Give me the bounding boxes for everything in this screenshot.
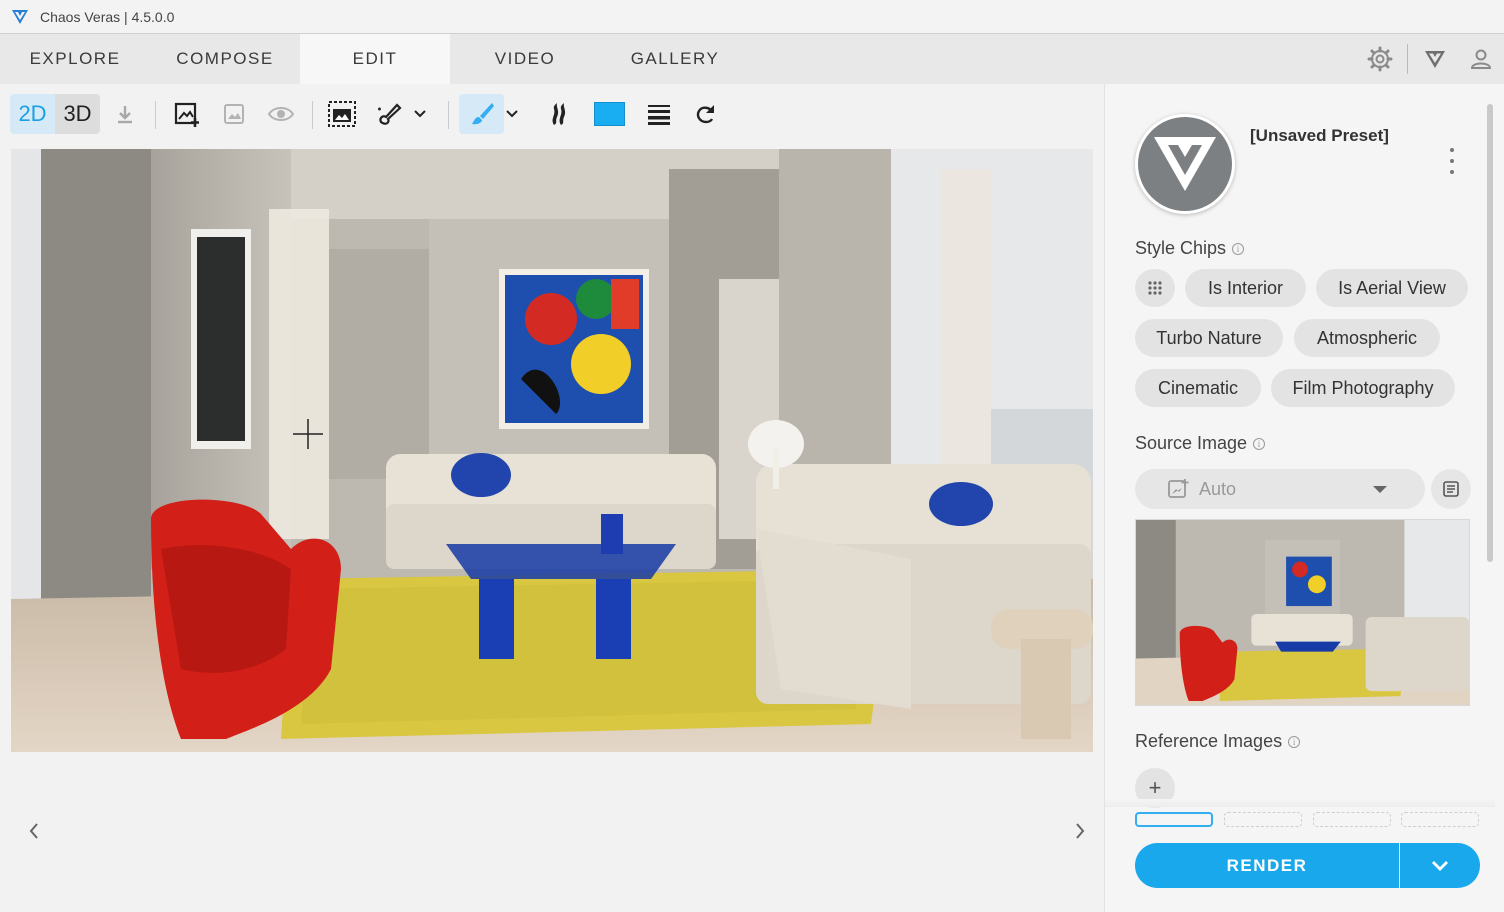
mode-2d-button[interactable]: 2D xyxy=(10,94,55,134)
chip-turbo-nature[interactable]: Turbo Nature xyxy=(1135,319,1283,357)
color-swatch-button[interactable] xyxy=(591,94,627,134)
style-chips-label: Style Chips xyxy=(1135,238,1227,258)
user-icon xyxy=(1470,49,1492,69)
tab-gallery[interactable]: GALLERY xyxy=(600,34,750,84)
chip-is-aerial-view[interactable]: Is Aerial View xyxy=(1316,269,1468,307)
add-image-icon xyxy=(1168,479,1189,498)
render-slot[interactable] xyxy=(1135,812,1213,827)
style-chips-heading: Style Chips i xyxy=(1135,238,1245,259)
preset-menu-button[interactable] xyxy=(1447,148,1457,174)
render-button[interactable]: RENDER xyxy=(1135,843,1399,888)
header-divider xyxy=(1407,44,1408,74)
chevron-left-icon xyxy=(29,823,38,839)
reference-images-heading: Reference Images i xyxy=(1135,731,1301,752)
add-image-button[interactable] xyxy=(170,94,204,134)
chip-library-button[interactable] xyxy=(1135,269,1175,307)
effect-tool-button[interactable] xyxy=(543,94,575,134)
tab-edit[interactable]: EDIT xyxy=(300,34,450,84)
tab-video[interactable]: VIDEO xyxy=(450,34,600,84)
image-icon xyxy=(224,104,244,124)
render-options-button[interactable] xyxy=(1400,843,1480,888)
settings-button[interactable] xyxy=(1357,34,1403,84)
chip-film-photography[interactable]: Film Photography xyxy=(1271,369,1455,407)
eye-icon xyxy=(267,107,295,121)
magic-brush-button[interactable] xyxy=(372,94,406,134)
region-select-icon xyxy=(328,101,356,127)
render-queue-slots xyxy=(1135,812,1480,828)
account-button[interactable] xyxy=(1458,34,1504,84)
document-icon xyxy=(1443,481,1459,497)
magic-brush-dropdown[interactable] xyxy=(410,94,430,134)
add-image-icon xyxy=(174,102,199,127)
veras-logo-icon xyxy=(1154,137,1216,191)
more-dot xyxy=(1450,159,1454,163)
line-weight-icon xyxy=(648,105,670,125)
reference-images-label: Reference Images xyxy=(1135,731,1283,751)
tab-explore[interactable]: EXPLORE xyxy=(0,34,150,84)
more-dot xyxy=(1450,148,1454,152)
render-canvas[interactable] xyxy=(11,149,1093,752)
source-notes-button[interactable] xyxy=(1431,469,1471,509)
source-image-label: Source Image xyxy=(1135,433,1248,453)
more-dot xyxy=(1450,170,1454,174)
download-button[interactable] xyxy=(110,94,140,134)
tab-compose[interactable]: COMPOSE xyxy=(150,34,300,84)
chip-cinematic[interactable]: Cinematic xyxy=(1135,369,1261,407)
brush-tool-button[interactable] xyxy=(459,94,504,134)
veras-menu-button[interactable] xyxy=(1412,34,1458,84)
gear-icon xyxy=(1367,46,1393,72)
window-title: Chaos Veras | 4.5.0.0 xyxy=(40,8,175,25)
preset-name: [Unsaved Preset] xyxy=(1250,126,1389,145)
source-image-select[interactable]: Auto xyxy=(1135,469,1425,509)
magic-brush-icon xyxy=(378,103,402,125)
edit-toolbar: 2D 3D xyxy=(0,84,1104,144)
chevron-down-icon xyxy=(414,110,426,118)
image-button[interactable] xyxy=(218,94,250,134)
toolbar-divider xyxy=(448,101,449,129)
source-image-heading: Source Image i xyxy=(1135,433,1266,454)
info-icon[interactable]: i xyxy=(1232,242,1245,255)
veras-logo-icon xyxy=(1425,51,1445,68)
canvas-area xyxy=(0,144,1104,912)
line-weight-button[interactable] xyxy=(642,94,676,134)
toolbar-divider xyxy=(155,101,156,129)
source-image-value: Auto xyxy=(1199,478,1237,499)
main-tab-bar: EXPLORE COMPOSE EDIT VIDEO GALLERY xyxy=(0,34,1504,84)
info-icon[interactable]: i xyxy=(1288,735,1301,748)
source-image-thumbnail[interactable] xyxy=(1135,519,1470,706)
flame-icon xyxy=(552,103,566,125)
toolbar-divider xyxy=(312,101,313,129)
redo-icon xyxy=(696,105,714,124)
render-slot[interactable] xyxy=(1313,812,1391,827)
preview-toggle-button[interactable] xyxy=(264,94,298,134)
next-image-button[interactable] xyxy=(1068,819,1092,843)
chip-atmospheric[interactable]: Atmospheric xyxy=(1294,319,1440,357)
brush-dropdown[interactable] xyxy=(503,94,521,134)
region-select-button[interactable] xyxy=(325,94,359,134)
download-icon xyxy=(118,106,132,124)
chip-is-interior[interactable]: Is Interior xyxy=(1185,269,1306,307)
render-slot[interactable] xyxy=(1401,812,1479,827)
veras-logo-icon xyxy=(12,9,28,24)
previous-image-button[interactable] xyxy=(22,819,46,843)
chevron-down-icon xyxy=(506,110,518,118)
color-swatch xyxy=(593,102,625,126)
chevron-down-icon xyxy=(1432,860,1448,871)
grid-icon xyxy=(1148,281,1162,295)
panel-footer-divider xyxy=(1105,799,1495,807)
info-icon[interactable]: i xyxy=(1253,437,1266,450)
redo-button[interactable] xyxy=(690,94,722,134)
plus-icon: + xyxy=(1148,775,1162,800)
brush-icon xyxy=(471,103,494,125)
chevron-right-icon xyxy=(1076,823,1085,839)
title-bar: Chaos Veras | 4.5.0.0 xyxy=(0,0,1504,33)
settings-panel: [Unsaved Preset] Style Chips i Is Interi… xyxy=(1104,84,1504,912)
render-slot[interactable] xyxy=(1224,812,1302,827)
caret-down-icon xyxy=(1373,486,1387,493)
panel-scrollbar[interactable] xyxy=(1487,104,1493,562)
mode-3d-button[interactable]: 3D xyxy=(55,94,100,134)
preset-avatar[interactable] xyxy=(1135,114,1235,214)
